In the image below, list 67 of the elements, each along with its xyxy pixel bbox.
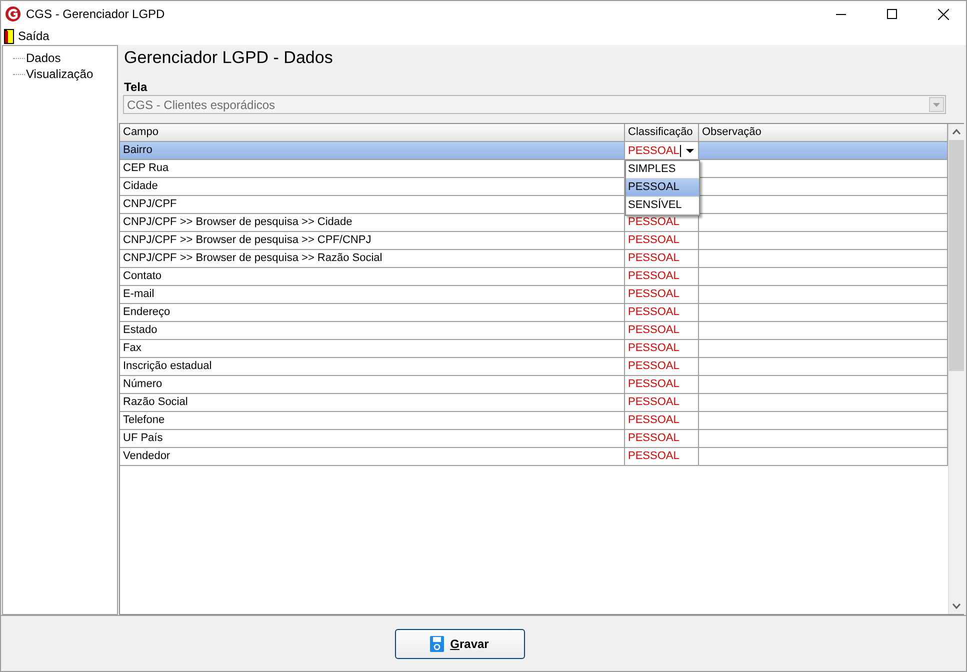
tree-item[interactable]: Dados xyxy=(26,51,61,65)
table-cell: CNPJ/CPF >> Browser de pesquisa >> CPF/CNPJ xyxy=(120,232,625,250)
table-cell: Contato xyxy=(120,268,625,286)
table-row[interactable]: Inscrição estadual PESSOAL xyxy=(120,358,948,376)
table-row[interactable]: Número PESSOAL xyxy=(120,376,948,394)
table-cell: CNPJ/CPF xyxy=(120,196,625,214)
table-cell: Inscrição estadual xyxy=(120,358,625,376)
table-cell: Cidade xyxy=(120,178,625,196)
table-cell: CNPJ/CPF >> Browser de pesquisa >> Cidade xyxy=(120,214,625,232)
close-icon[interactable] xyxy=(938,8,948,20)
table-cell: Vendedor xyxy=(120,448,625,466)
table-cell: Endereço xyxy=(120,304,625,322)
table-cell: PESSOAL xyxy=(625,340,699,358)
column-header[interactable]: Observação xyxy=(699,124,948,142)
table-cell: PESSOAL xyxy=(625,358,699,376)
table-cell: Telefone xyxy=(120,412,625,430)
classification-select[interactable]: PESSOAL xyxy=(625,142,699,160)
table-row[interactable]: CNPJ/CPF >> Browser de pesquisa >> CPF/CNPJ PESSOAL xyxy=(120,232,948,250)
table-cell: PESSOAL xyxy=(625,430,699,448)
table-cell: Razão Social xyxy=(120,394,625,412)
save-button[interactable]: Gravar xyxy=(394,628,524,658)
table-cell: PESSOAL xyxy=(625,232,699,250)
table-cell: PESSOAL xyxy=(625,322,699,340)
table-cell: Fax xyxy=(120,340,625,358)
page-heading: Gerenciador LGPD - Dados xyxy=(123,47,334,69)
table-row[interactable]: UF País PESSOAL xyxy=(120,430,948,448)
column-header[interactable]: Classificação xyxy=(625,124,699,142)
app-logo-icon xyxy=(5,6,21,22)
dropdown-option[interactable]: PESSOAL xyxy=(626,179,699,197)
field-label: Tela xyxy=(123,79,148,95)
table-row[interactable]: Endereço PESSOAL xyxy=(120,304,948,322)
table-cell: PESSOAL xyxy=(625,448,699,466)
table-cell: CEP Rua xyxy=(120,160,625,178)
table-cell: PESSOAL xyxy=(625,376,699,394)
table-cell: PESSOAL xyxy=(625,286,699,304)
dropdown-option[interactable]: SENSÍVEL xyxy=(626,197,699,215)
window-title: CGS - Gerenciador LGPD xyxy=(26,7,166,21)
tree-item[interactable]: Visualização xyxy=(26,67,94,81)
table-row[interactable]: CNPJ/CPF >> Browser de pesquisa >> Razão Social PESSOAL xyxy=(120,250,948,268)
table-row[interactable]: Estado PESSOAL xyxy=(120,322,948,340)
table-cell: CNPJ/CPF >> Browser de pesquisa >> Razão Social xyxy=(120,250,625,268)
maximize-icon[interactable] xyxy=(887,9,897,19)
scrollbar[interactable] xyxy=(948,124,964,614)
table-cell: PESSOAL xyxy=(625,268,699,286)
table-row[interactable]: Vendedor PESSOAL xyxy=(120,448,948,466)
table-cell: Bairro xyxy=(120,142,625,160)
table-cell: PESSOAL xyxy=(625,412,699,430)
door-icon xyxy=(4,28,14,44)
caret-icon xyxy=(929,97,944,112)
table-row[interactable]: Fax PESSOAL xyxy=(120,340,948,358)
table-row[interactable]: Razão Social PESSOAL xyxy=(120,394,948,412)
table-row[interactable]: Telefone PESSOAL xyxy=(120,412,948,430)
caret-icon xyxy=(686,148,694,152)
table-cell: PESSOAL xyxy=(625,250,699,268)
table-row[interactable]: Bairro PESSOAL xyxy=(120,142,948,160)
table-cell: Número xyxy=(120,376,625,394)
table-cell: PESSOAL xyxy=(625,394,699,412)
table-row[interactable]: Contato PESSOAL xyxy=(120,268,948,286)
table-cell: UF País xyxy=(120,430,625,448)
column-header[interactable]: Campo xyxy=(120,124,625,142)
table-row[interactable]: E-mail PESSOAL xyxy=(120,286,948,304)
table-cell: PESSOAL xyxy=(625,304,699,322)
table-cell: Estado xyxy=(120,322,625,340)
menu-item[interactable]: Saída xyxy=(18,29,50,43)
screen-dropdown[interactable]: CGS - Clientes esporádicos xyxy=(123,95,946,114)
table-cell: E-mail xyxy=(120,286,625,304)
dropdown-option[interactable]: SIMPLES xyxy=(626,161,699,179)
